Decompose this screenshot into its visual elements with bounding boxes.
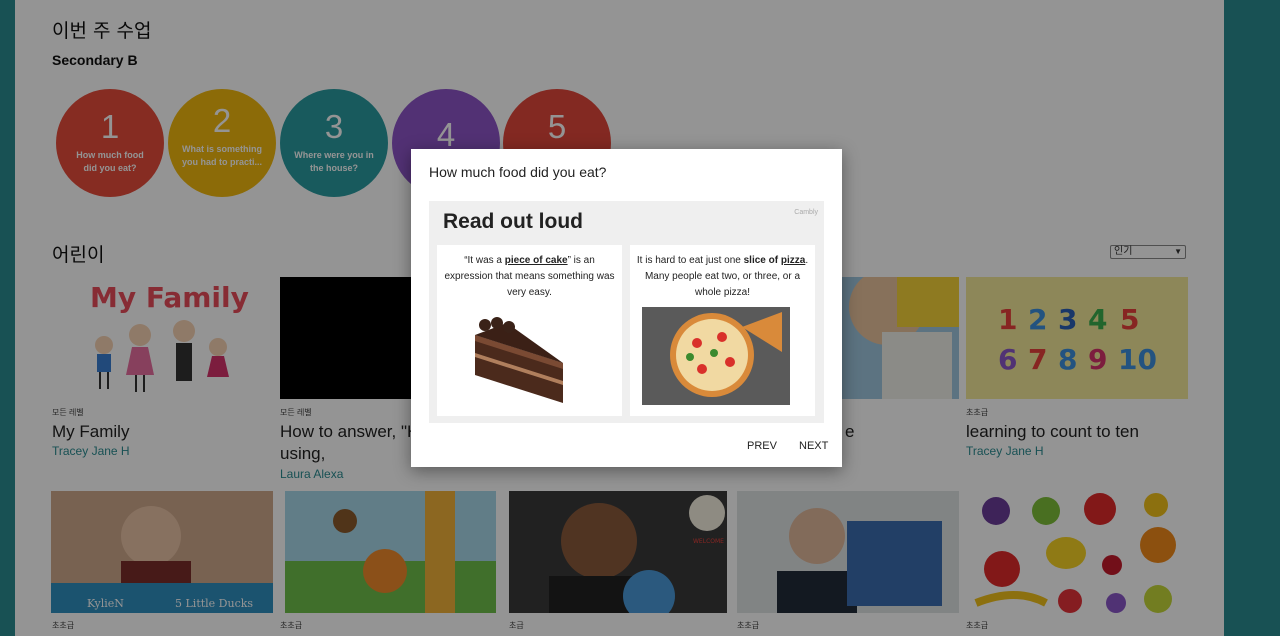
modal-title: How much food did you eat?: [429, 164, 607, 180]
cake-image: [475, 317, 563, 403]
lesson-preview-modal: How much food did you eat? Read out loud…: [411, 149, 842, 467]
next-button[interactable]: NEXT: [799, 440, 828, 452]
lesson-slide: Read out loud Cambly “It was a piece of …: [429, 201, 824, 423]
slide-heading: Read out loud: [443, 210, 583, 233]
panel-text: It is hard to eat just one slice of pizz…: [636, 255, 809, 298]
slide-panel-left: “It was a piece of cake” is an expressio…: [437, 245, 622, 416]
slide-panel-right: It is hard to eat just one slice of pizz…: [630, 245, 815, 416]
prev-button[interactable]: PREV: [747, 440, 777, 452]
panel-text: “It was a piece of cake” is an expressio…: [444, 255, 615, 298]
pizza-image: [642, 307, 790, 405]
watermark-logo: Cambly: [794, 209, 818, 216]
